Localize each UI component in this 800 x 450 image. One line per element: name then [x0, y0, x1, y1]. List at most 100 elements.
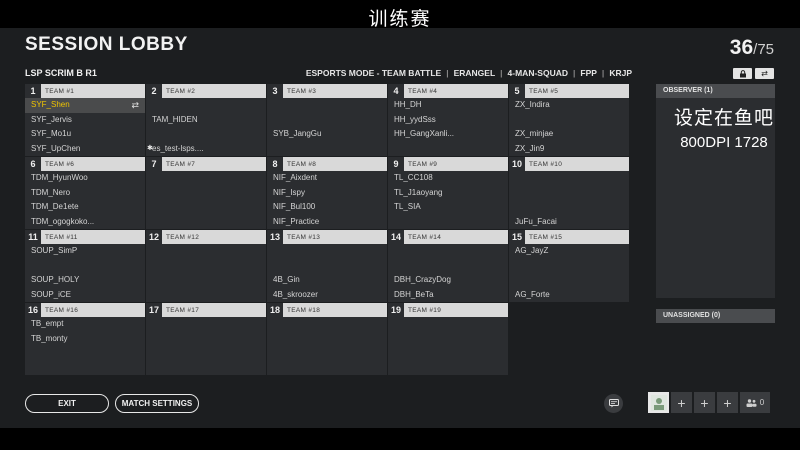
- player-slot[interactable]: 4B_Gin: [267, 273, 387, 288]
- player-slot[interactable]: SYF_Mo1u: [25, 127, 145, 142]
- player-slot[interactable]: ZX_Jin9: [509, 142, 629, 157]
- player-slot[interactable]: [388, 346, 508, 361]
- player-slot[interactable]: [388, 259, 508, 274]
- player-slot[interactable]: HH_yydSss: [388, 113, 508, 128]
- team-header[interactable]: 6 TEAM #6: [25, 157, 145, 171]
- player-slot[interactable]: HH_GangXanli...: [388, 127, 508, 142]
- player-slot[interactable]: [146, 186, 266, 201]
- team-header[interactable]: 17 TEAM #17: [146, 303, 266, 317]
- chat-icon[interactable]: [604, 394, 623, 413]
- plus-icon[interactable]: +: [671, 392, 692, 413]
- player-slot[interactable]: [146, 98, 266, 113]
- player-slot[interactable]: SOUP_iCE: [25, 288, 145, 303]
- player-slot[interactable]: [146, 317, 266, 332]
- player-slot[interactable]: [267, 317, 387, 332]
- team-header[interactable]: 14 TEAM #14: [388, 230, 508, 244]
- player-slot[interactable]: [267, 142, 387, 157]
- player-slot[interactable]: NIF_Aixdent: [267, 171, 387, 186]
- player-slot[interactable]: TL_SIA: [388, 200, 508, 215]
- player-slot[interactable]: [146, 171, 266, 186]
- player-slot[interactable]: [388, 332, 508, 347]
- player-slot[interactable]: NIF_Bul100: [267, 200, 387, 215]
- player-slot[interactable]: [146, 361, 266, 376]
- player-slot[interactable]: TB_monty: [25, 332, 145, 347]
- player-slot[interactable]: TL_CC108: [388, 171, 508, 186]
- player-slot[interactable]: [146, 259, 266, 274]
- player-slot[interactable]: SOUP_SimP: [25, 244, 145, 259]
- player-slot[interactable]: [509, 259, 629, 274]
- team-header[interactable]: 15 TEAM #15: [509, 230, 629, 244]
- player-slot[interactable]: [509, 200, 629, 215]
- player-slot[interactable]: 4B_skroozer: [267, 288, 387, 303]
- player-slot[interactable]: ZX_minjae: [509, 127, 629, 142]
- team-header[interactable]: 5 TEAM #5: [509, 84, 629, 98]
- player-slot[interactable]: SYB_JangGu: [267, 127, 387, 142]
- player-slot[interactable]: [509, 273, 629, 288]
- player-slot[interactable]: [388, 215, 508, 230]
- player-slot[interactable]: TAM_HIDEN: [146, 113, 266, 128]
- team-header[interactable]: 16 TEAM #16: [25, 303, 145, 317]
- exit-button[interactable]: EXIT: [25, 394, 109, 413]
- party-count[interactable]: 0: [740, 392, 770, 413]
- team-header[interactable]: 10 TEAM #10: [509, 157, 629, 171]
- player-slot[interactable]: ZX_Indira: [509, 98, 629, 113]
- match-settings-button[interactable]: MATCH SETTINGS: [115, 394, 199, 413]
- player-slot[interactable]: [146, 127, 266, 142]
- player-slot[interactable]: TDM_ogogkoko...: [25, 215, 145, 230]
- lock-icon[interactable]: [733, 68, 752, 79]
- player-slot[interactable]: [146, 244, 266, 259]
- team-header[interactable]: 2 TEAM #2: [146, 84, 266, 98]
- player-slot[interactable]: [509, 186, 629, 201]
- player-slot[interactable]: [146, 215, 266, 230]
- plus-icon[interactable]: +: [694, 392, 715, 413]
- player-slot[interactable]: JuFu_Facai: [509, 215, 629, 230]
- player-slot[interactable]: NIF_Ispy: [267, 186, 387, 201]
- team-header[interactable]: 9 TEAM #9: [388, 157, 508, 171]
- player-slot[interactable]: NIF_Practice: [267, 215, 387, 230]
- player-slot[interactable]: [267, 113, 387, 128]
- player-slot[interactable]: [146, 273, 266, 288]
- team-header[interactable]: 18 TEAM #18: [267, 303, 387, 317]
- team-header[interactable]: 11 TEAM #11: [25, 230, 145, 244]
- player-slot[interactable]: [267, 259, 387, 274]
- player-slot[interactable]: [267, 98, 387, 113]
- player-slot[interactable]: [509, 113, 629, 128]
- player-slot[interactable]: AG_JayZ: [509, 244, 629, 259]
- observer-header[interactable]: OBSERVER (1): [656, 84, 775, 98]
- player-slot[interactable]: [267, 346, 387, 361]
- team-header[interactable]: 8 TEAM #8: [267, 157, 387, 171]
- player-slot[interactable]: SYF_Jervis: [25, 113, 145, 128]
- player-slot[interactable]: [267, 244, 387, 259]
- player-slot[interactable]: SYF_Shen ⇄: [25, 98, 145, 113]
- team-header[interactable]: 3 TEAM #3: [267, 84, 387, 98]
- team-header[interactable]: 7 TEAM #7: [146, 157, 266, 171]
- team-header[interactable]: 12 TEAM #12: [146, 230, 266, 244]
- player-slot[interactable]: [388, 142, 508, 157]
- player-slot[interactable]: TL_J1aoyang: [388, 186, 508, 201]
- plus-icon[interactable]: +: [717, 392, 738, 413]
- swap-icon[interactable]: ⇄: [755, 68, 774, 79]
- team-header[interactable]: 4 TEAM #4: [388, 84, 508, 98]
- swap-icon[interactable]: ⇄: [131, 98, 139, 113]
- player-slot[interactable]: TDM_Nero: [25, 186, 145, 201]
- player-slot[interactable]: SOUP_HOLY: [25, 273, 145, 288]
- player-slot[interactable]: [146, 346, 266, 361]
- player-slot[interactable]: [25, 361, 145, 376]
- player-slot[interactable]: TB_empt: [25, 317, 145, 332]
- player-slot[interactable]: [267, 332, 387, 347]
- player-slot[interactable]: DBH_CrazyDog: [388, 273, 508, 288]
- unassigned-header[interactable]: UNASSIGNED (0): [656, 309, 775, 323]
- player-slot[interactable]: [146, 288, 266, 303]
- player-slot[interactable]: TDM_De1ete: [25, 200, 145, 215]
- player-slot[interactable]: AG_Forte: [509, 288, 629, 303]
- team-header[interactable]: 1 TEAM #1: [25, 84, 145, 98]
- player-slot[interactable]: [388, 317, 508, 332]
- player-slot[interactable]: ✱ es_test-lsps....: [146, 142, 266, 157]
- player-slot[interactable]: [25, 346, 145, 361]
- avatar[interactable]: [648, 392, 669, 413]
- player-slot[interactable]: DBH_BeTa: [388, 288, 508, 303]
- player-slot[interactable]: [146, 332, 266, 347]
- player-slot[interactable]: [388, 361, 508, 376]
- player-slot[interactable]: [388, 244, 508, 259]
- team-header[interactable]: 19 TEAM #19: [388, 303, 508, 317]
